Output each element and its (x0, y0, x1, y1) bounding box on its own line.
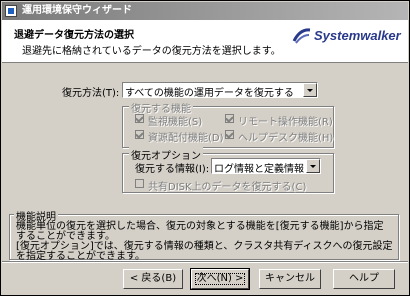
wizard-window: 運用環境保守ウィザード 退避データ復元方法の選択 退避先に格納されているデータの… (0, 0, 410, 296)
logo-swirl-icon (292, 28, 311, 44)
description-group: 機能説明 機能単位の復元を選択した場合、復元の対象とする機能を[復元する機能]か… (9, 208, 399, 262)
restore-info-value: ログ情報と定義情報 (214, 164, 304, 175)
window-title: 運用環境保守ウィザード (22, 5, 132, 16)
checkbox-label: リモート操作機能(R) (238, 117, 333, 128)
chevron-down-icon[interactable] (303, 83, 317, 97)
checkbox-box[interactable] (135, 130, 144, 139)
checkbox-label: ヘルプデスク機能(H) (238, 133, 334, 144)
logo-text: Systemwalker (314, 28, 401, 43)
systemwalker-logo: Systemwalker (292, 27, 401, 45)
checkbox-label: 共有DISK上のデータを復元する(C) (148, 182, 307, 193)
restore-method-select[interactable]: すべての機能の運用データを復元する (122, 82, 318, 99)
checkbox-box[interactable] (135, 179, 144, 188)
restore-method-label: 復元方法(T): (62, 88, 120, 99)
title-bar[interactable]: 運用環境保守ウィザード (2, 2, 408, 20)
checkbox-box[interactable] (225, 114, 234, 123)
app-icon (5, 5, 17, 17)
wizard-header: 退避データ復元方法の選択 退避先に格納されているデータの復元方法を選択します。 … (2, 20, 408, 63)
checkbox-label: 監視機能(S) (148, 117, 203, 128)
cancel-button[interactable]: キャンセル (259, 269, 321, 289)
restore-options-group: 復元オプション 復元する情報(I): ログ情報と定義情報 共有DISK上のデータ… (122, 147, 334, 193)
checkbox-label: 資源配付機能(D) (148, 133, 224, 144)
checkbox-box[interactable] (225, 130, 234, 139)
restore-info-select[interactable]: ログ情報と定義情報 (211, 158, 321, 175)
back-button[interactable]: < 戻る(B) (123, 269, 183, 289)
wizard-content: 復元方法(T): すべての機能の運用データを復元する 復元する機能 監視機能(S… (2, 63, 408, 262)
restore-method-value: すべての機能の運用データを復元する (125, 88, 294, 99)
footer-divider (2, 261, 408, 263)
functions-group: 復元する機能 監視機能(S) リモート操作機能(R) 資源配付機能(D) ヘルプ… (122, 100, 334, 148)
restore-info-label: 復元する情報(I): (135, 164, 210, 175)
focus-ring (195, 273, 245, 285)
description-line: を指定することができます。 (16, 251, 145, 262)
page-title: 退避データ復元方法の選択 (14, 30, 134, 41)
page-subtitle: 退避先に格納されているデータの復元方法を選択します。 (22, 46, 281, 57)
chevron-down-icon[interactable] (306, 159, 320, 173)
help-button[interactable]: ヘルプ (333, 269, 395, 289)
checkbox-box[interactable] (135, 114, 144, 123)
next-button[interactable]: 次へ(N) > (190, 268, 250, 290)
